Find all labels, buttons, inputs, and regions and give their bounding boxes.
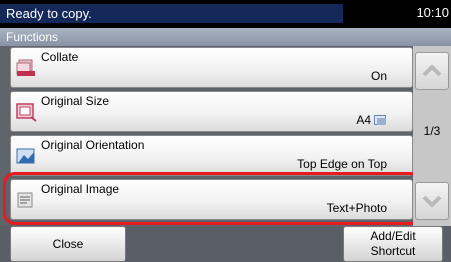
status-bar: Ready to copy. 10:10 bbox=[0, 0, 451, 28]
original-size-icon bbox=[16, 103, 37, 122]
function-value: Top Edge on Top bbox=[297, 157, 387, 171]
scroll-down-button[interactable] bbox=[415, 182, 449, 220]
shortcut-label-line1: Add/Edit bbox=[370, 229, 416, 243]
chevron-up-icon bbox=[422, 65, 442, 77]
add-edit-shortcut-button[interactable]: Add/Edit Shortcut bbox=[343, 226, 443, 262]
original-orientation-icon bbox=[16, 148, 35, 164]
collate-icon bbox=[16, 59, 35, 76]
function-label: Collate bbox=[41, 50, 79, 64]
function-list: Collate On Original Size A4 Original Ori… bbox=[0, 46, 413, 226]
shortcut-label-line2: Shortcut bbox=[370, 244, 416, 258]
function-label: Original Orientation bbox=[41, 138, 145, 152]
function-value: A4 bbox=[356, 113, 387, 127]
function-label: Original Image bbox=[41, 182, 120, 196]
screen-title: Functions bbox=[0, 28, 451, 46]
close-button[interactable]: Close bbox=[10, 226, 126, 262]
scroll-up-button[interactable] bbox=[415, 52, 449, 90]
paper-size-icon bbox=[374, 115, 386, 126]
page-indicator: 1/3 bbox=[423, 124, 441, 138]
function-value-text: A4 bbox=[356, 113, 371, 127]
function-row-original-orientation[interactable]: Original Orientation Top Edge on Top bbox=[10, 135, 413, 176]
footer-bar: Close Add/Edit Shortcut bbox=[0, 226, 451, 262]
status-message: Ready to copy. bbox=[0, 4, 343, 23]
function-row-original-image[interactable]: Original Image Text+Photo bbox=[10, 179, 413, 220]
function-row-original-size[interactable]: Original Size A4 bbox=[10, 91, 413, 132]
copy-functions-screen: Ready to copy. 10:10 Functions Collate O… bbox=[0, 0, 451, 262]
chevron-down-icon bbox=[422, 195, 442, 207]
scroll-column: 1/3 bbox=[413, 46, 451, 226]
function-label: Original Size bbox=[41, 94, 110, 108]
original-image-icon bbox=[17, 192, 33, 208]
function-value: On bbox=[370, 69, 387, 83]
clock: 10:10 bbox=[416, 5, 449, 20]
function-value: Text+Photo bbox=[326, 201, 387, 215]
function-row-collate[interactable]: Collate On bbox=[10, 47, 413, 88]
